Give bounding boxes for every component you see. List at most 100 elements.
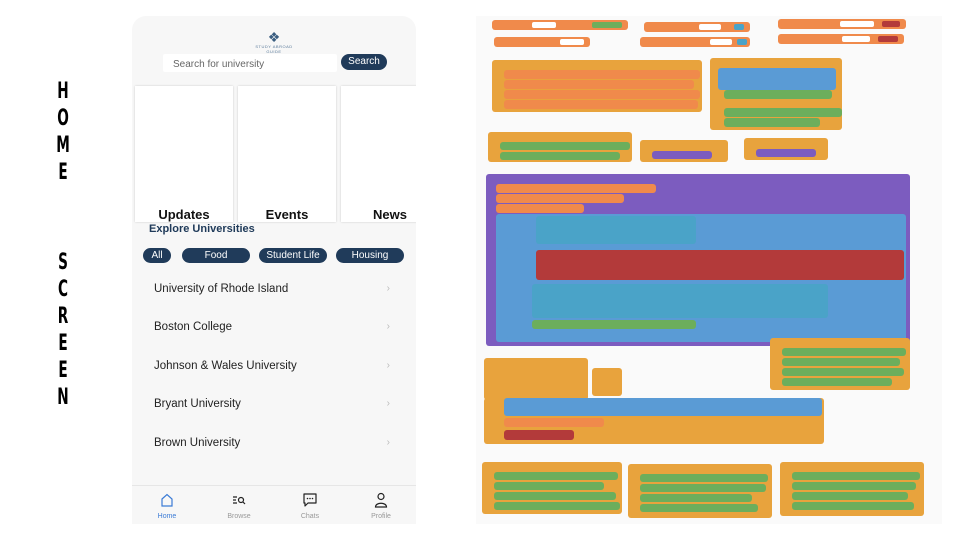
card-label: Events — [265, 207, 309, 222]
list-item[interactable]: Boston College › — [132, 309, 416, 347]
block-set-visible — [494, 502, 620, 510]
block-set-visible — [782, 358, 900, 366]
tab-profile[interactable]: Profile — [351, 490, 411, 520]
block-event-all-universities-click[interactable] — [482, 462, 622, 514]
block-event-housing-click[interactable] — [780, 462, 924, 516]
profile-icon — [351, 490, 411, 510]
block-slot — [882, 21, 900, 27]
block-event-search-click[interactable] — [488, 132, 632, 162]
block-event-search-unfocus[interactable] — [710, 58, 842, 130]
title-letter: H — [57, 79, 69, 104]
feature-cards: Updates Events News — [132, 86, 416, 222]
browse-icon — [209, 490, 269, 510]
block-set — [496, 184, 656, 193]
block-call-filter — [756, 149, 816, 157]
phone-screen: ❖ STUDY ABROAD GUIDE Search Updates Even… — [132, 16, 416, 524]
block-index-in-list — [504, 398, 822, 416]
chevron-right-icon: › — [386, 283, 390, 294]
block-slot — [560, 39, 584, 45]
block-set-list — [532, 320, 696, 329]
block-event-list-item-click[interactable] — [484, 358, 622, 400]
block-init-global[interactable] — [778, 34, 904, 44]
block-slot — [699, 24, 721, 30]
block-if — [718, 68, 836, 90]
block-set — [504, 90, 700, 99]
block-set-visible — [640, 474, 768, 482]
block-set-visible — [494, 492, 616, 500]
search-button[interactable]: Search — [341, 54, 387, 70]
block-slot — [734, 24, 744, 30]
block-set-visible — [792, 492, 908, 500]
section-title: Explore Universities — [149, 223, 255, 235]
card-updates[interactable]: Updates — [135, 86, 233, 222]
chevron-right-icon: › — [386, 437, 390, 448]
block-procedure-filter-search-output[interactable] — [486, 174, 910, 346]
list-item[interactable]: Johnson & Wales University › — [132, 348, 416, 386]
tab-chats[interactable]: Chats — [280, 490, 340, 520]
block-slot — [710, 39, 732, 45]
block-event-student-life-click[interactable] — [628, 464, 772, 518]
chip-food[interactable]: Food — [182, 248, 250, 263]
card-label: Updates — [158, 207, 210, 222]
list-item[interactable]: Brown University › — [132, 425, 416, 463]
block-set-visible — [500, 152, 620, 160]
university-name: Bryant University — [154, 398, 241, 410]
block-set-visible — [724, 90, 832, 99]
block-event-search-button-click[interactable] — [640, 140, 728, 162]
university-name: Boston College — [154, 321, 232, 333]
block-set — [504, 418, 604, 427]
block-while — [496, 214, 906, 342]
chip-student-life[interactable]: Student Life — [259, 248, 327, 263]
chevron-right-icon: › — [386, 360, 390, 371]
block-set-visible — [724, 118, 820, 127]
block-event-home-opens[interactable] — [492, 60, 702, 112]
block-navigate — [504, 430, 574, 440]
title-letter: E — [58, 331, 68, 356]
block-event-food-click[interactable] — [770, 338, 910, 390]
block-set — [504, 70, 700, 79]
block-slot — [592, 22, 622, 28]
block-event-search-submit[interactable] — [744, 138, 828, 160]
tab-label: Home — [157, 513, 177, 520]
block-set-visible — [494, 482, 604, 490]
block-init-global[interactable] — [492, 20, 628, 30]
title-letter: N — [57, 385, 69, 410]
title-letter: R — [57, 304, 69, 329]
block-init-global[interactable] — [494, 37, 590, 47]
block-slot — [842, 36, 870, 42]
university-name: University of Rhode Island — [154, 283, 289, 295]
bottom-tab-bar: Home Browse Chats Profile — [132, 485, 416, 524]
title-letter: E — [58, 358, 68, 383]
block-set-visible — [792, 472, 920, 480]
block-slot — [840, 21, 874, 27]
tab-home[interactable]: Home — [137, 490, 197, 520]
list-item[interactable]: Bryant University › — [132, 386, 416, 424]
block-init-global[interactable] — [640, 37, 750, 47]
block-set — [504, 80, 694, 89]
list-item[interactable]: University of Rhode Island › — [132, 271, 416, 309]
title-letter: S — [58, 250, 68, 275]
block-set-visible — [724, 108, 842, 117]
block-params — [592, 368, 622, 396]
card-events[interactable]: Events — [238, 86, 336, 222]
block-set — [504, 100, 698, 109]
chevron-right-icon: › — [386, 321, 390, 332]
block-init-global[interactable] — [644, 22, 750, 32]
block-compare — [536, 216, 696, 244]
block-list-item-body — [484, 398, 824, 444]
chip-all[interactable]: All — [143, 248, 171, 263]
tab-browse[interactable]: Browse — [209, 490, 269, 520]
block-set-visible — [782, 348, 906, 356]
university-name: Johnson & Wales University — [154, 360, 297, 372]
chip-housing[interactable]: Housing — [336, 248, 404, 263]
block-call-filter — [652, 151, 712, 159]
card-news[interactable]: News — [341, 86, 416, 222]
screen-title-vertical: SCREEN — [50, 249, 76, 411]
tab-label: Profile — [371, 513, 391, 520]
search-input[interactable] — [163, 55, 337, 74]
title-letter: O — [57, 106, 69, 131]
block-init-global[interactable] — [778, 19, 906, 29]
chat-icon — [280, 490, 340, 510]
block-set — [496, 204, 584, 213]
logo-text: STUDY ABROAD GUIDE — [255, 44, 293, 54]
